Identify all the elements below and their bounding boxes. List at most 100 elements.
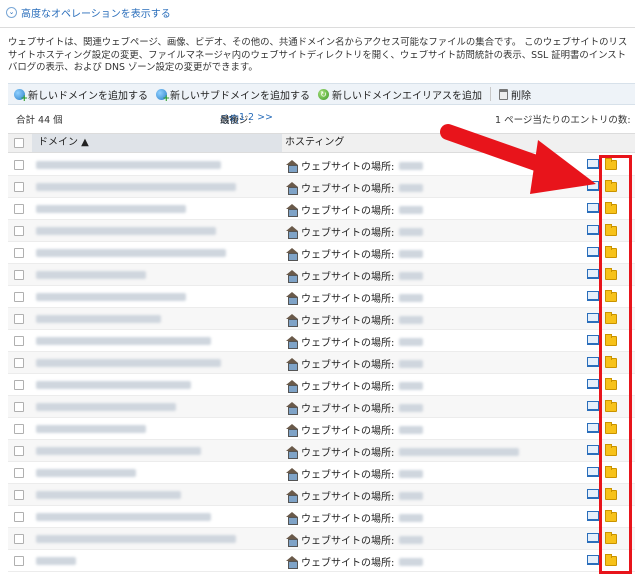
house-icon [286,204,298,217]
hosting-cell: ウェブサイトの場所: [286,510,424,525]
row-checkbox[interactable] [14,424,24,434]
preview-icon[interactable] [587,291,599,301]
row-checkbox[interactable] [14,534,24,544]
hosting-cell: ウェブサイトの場所: [286,180,424,195]
preview-icon[interactable] [587,203,599,213]
hosting-cell: ウェブサイトの場所: [286,290,424,305]
hosting-path-redacted [399,249,424,258]
row-checkbox[interactable] [14,270,24,280]
house-icon [286,336,298,349]
hosting-label: ウェブサイトの場所: [301,404,395,415]
preview-icon[interactable] [587,247,599,257]
table-row: ウェブサイトの場所: [8,352,635,374]
preview-icon[interactable] [587,555,599,565]
domain-name-redacted[interactable] [36,359,221,367]
preview-icon[interactable] [587,335,599,345]
add-domain-button[interactable]: 新しいドメインを追加する [14,87,148,104]
preview-icon[interactable] [587,423,599,433]
row-checkbox[interactable] [14,358,24,368]
preview-icon[interactable] [587,401,599,411]
house-icon [286,270,298,283]
row-checkbox[interactable] [14,380,24,390]
domain-name-redacted[interactable] [36,183,236,191]
domain-name-redacted[interactable] [36,381,191,389]
preview-icon[interactable] [587,511,599,521]
domain-name-redacted[interactable] [36,425,146,433]
hosting-path-redacted [399,315,424,324]
domain-name-redacted[interactable] [36,447,201,455]
domain-name-redacted[interactable] [36,535,236,543]
domain-name-redacted[interactable] [36,469,136,477]
preview-icon[interactable] [587,489,599,499]
table-row: ウェブサイトの場所: [8,198,635,220]
preview-icon[interactable] [587,313,599,323]
row-checkbox[interactable] [14,468,24,478]
hosting-label: ウェブサイトの場所: [301,382,395,393]
preview-icon[interactable] [587,467,599,477]
select-all-checkbox[interactable] [14,138,24,148]
hosting-path-redacted [399,337,424,346]
row-checkbox[interactable] [14,292,24,302]
alias-icon: ↻ [318,88,329,100]
domain-name-redacted[interactable] [36,271,146,279]
domain-name-redacted[interactable] [36,205,186,213]
preview-icon[interactable] [587,445,599,455]
toolbar-separator [490,87,491,101]
add-alias-label: 新しいドメインエイリアスを追加 [332,90,482,102]
row-checkbox[interactable] [14,490,24,500]
hosting-path-redacted [399,381,424,390]
row-checkbox[interactable] [14,336,24,346]
domain-name-redacted[interactable] [36,557,76,565]
domain-name-redacted[interactable] [36,161,221,169]
add-alias-button[interactable]: ↻ 新しいドメインエイリアスを追加 [318,87,482,102]
house-icon [286,512,298,525]
house-icon [286,226,298,239]
row-checkbox[interactable] [14,182,24,192]
row-checkbox[interactable] [14,556,24,566]
preview-icon[interactable] [587,225,599,235]
row-checkbox[interactable] [14,446,24,456]
hosting-cell: ウェブサイトの場所: [286,224,424,239]
domain-name-redacted[interactable] [36,513,211,521]
preview-icon[interactable] [587,357,599,367]
hosting-cell: ウェブサイトの場所: [286,158,424,173]
domain-name-redacted[interactable] [36,403,176,411]
row-checkbox[interactable] [14,314,24,324]
pager-last[interactable]: 最後 [220,112,239,126]
row-checkbox[interactable] [14,226,24,236]
domain-name-redacted[interactable] [36,315,161,323]
preview-icon[interactable] [587,533,599,543]
row-checkbox[interactable] [14,160,24,170]
hosting-label: ウェブサイトの場所: [301,558,395,569]
domain-name-redacted[interactable] [36,249,226,257]
row-checkbox[interactable] [14,402,24,412]
domain-name-redacted[interactable] [36,227,216,235]
hosting-cell: ウェブサイトの場所: [286,202,424,217]
hosting-cell: ウェブサイトの場所: [286,466,424,481]
show-advanced-operations-link[interactable]: ⌄ 高度なオペレーションを表示する [6,4,171,20]
column-header-hosting[interactable]: ホスティング [285,134,344,152]
delete-button[interactable]: 削除 [499,87,531,102]
hosting-cell: ウェブサイトの場所: [286,312,424,327]
domain-name-redacted[interactable] [36,337,211,345]
hosting-label: ウェブサイトの場所: [301,338,395,349]
row-checkbox[interactable] [14,204,24,214]
hosting-label: ウェブサイトの場所: [301,536,395,547]
column-header-domain[interactable]: ドメイン ▲ [32,134,282,152]
preview-icon[interactable] [587,269,599,279]
row-checkbox[interactable] [14,248,24,258]
house-icon [286,182,298,195]
hosting-path-redacted [399,205,424,214]
hosting-path-redacted [399,359,424,368]
table-row: ウェブサイトの場所: [8,220,635,242]
hosting-cell: ウェブサイトの場所: [286,532,424,547]
preview-icon[interactable] [587,379,599,389]
house-icon [286,358,298,371]
table-row: ウェブサイトの場所: [8,374,635,396]
add-subdomain-button[interactable]: 新しいサブドメインを追加する [156,87,310,104]
row-checkbox[interactable] [14,512,24,522]
domain-name-redacted[interactable] [36,293,186,301]
house-icon [286,402,298,415]
total-count: 合計 44 個 [16,115,63,126]
domain-name-redacted[interactable] [36,491,181,499]
